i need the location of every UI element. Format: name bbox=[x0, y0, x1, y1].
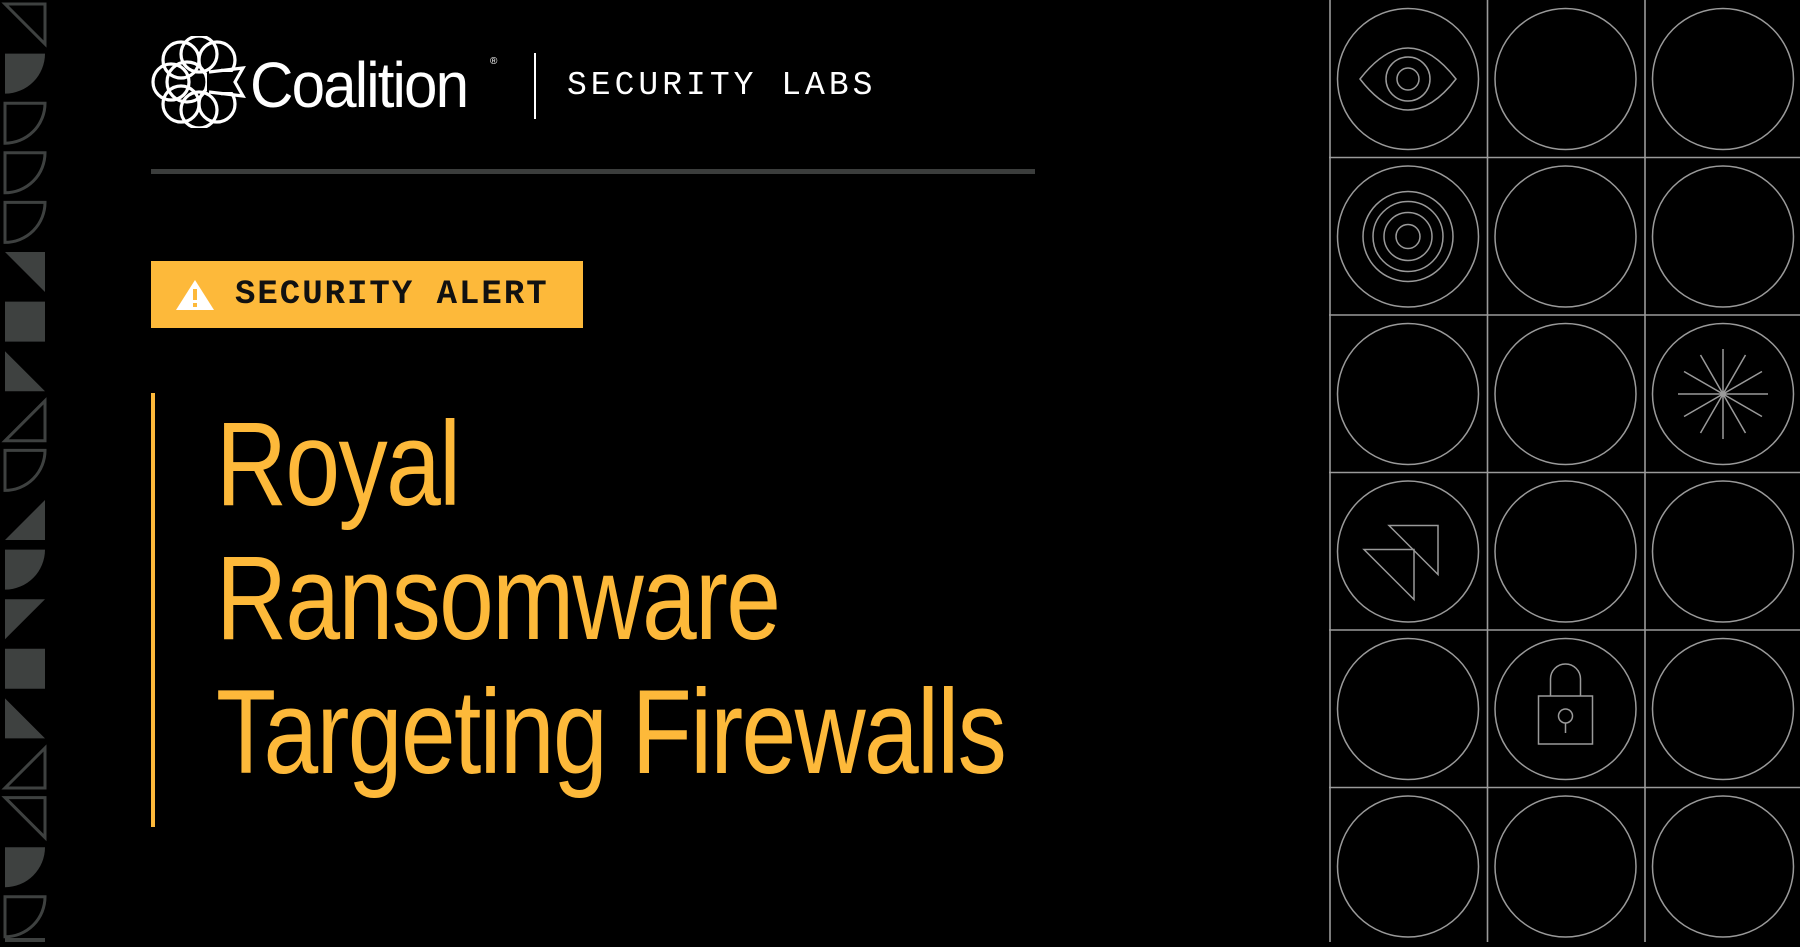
grid-circle bbox=[1494, 322, 1637, 466]
grid-circle bbox=[1494, 7, 1637, 151]
grid-circle bbox=[1494, 165, 1637, 308]
strip-shape-quarter-filled bbox=[5, 549, 45, 590]
target-rings-icon bbox=[1362, 190, 1454, 283]
badge-label: SECURITY ALERT bbox=[235, 275, 549, 314]
strip-shape-square-filled bbox=[5, 301, 45, 342]
double-arrow-icon bbox=[1362, 548, 1415, 602]
warning-triangle-icon bbox=[175, 279, 215, 311]
strip-shape-square-filled bbox=[5, 648, 45, 689]
grid-circle bbox=[1336, 322, 1480, 466]
grid-circle bbox=[1336, 7, 1480, 151]
strip-shape-tri-filled-bl bbox=[5, 351, 45, 392]
strip-shape-quarter-filled bbox=[5, 53, 45, 94]
header-divider bbox=[151, 169, 1035, 174]
strip-shape-quarter-outline bbox=[3, 895, 47, 939]
decorative-shape-strip bbox=[0, 0, 60, 942]
icon-grid bbox=[1329, 0, 1800, 942]
grid-circle bbox=[1336, 795, 1480, 938]
grid-circle bbox=[1651, 795, 1795, 938]
article-title: Royal Ransomware Targeting Firewalls bbox=[216, 397, 1007, 799]
strip-shape-quarter-outline bbox=[3, 151, 47, 195]
security-alert-badge: SECURITY ALERT bbox=[151, 261, 583, 328]
grid-circle bbox=[1336, 480, 1480, 623]
grid-circle bbox=[1651, 480, 1795, 623]
starburst-center bbox=[1720, 391, 1726, 397]
registered-mark: ® bbox=[490, 56, 498, 67]
eye-iris bbox=[1385, 56, 1431, 102]
grid-circle bbox=[1651, 165, 1795, 308]
strip-shape-tri-filled-br bbox=[5, 500, 45, 540]
strip-shape-bar bbox=[5, 938, 45, 942]
title-line: Targeting Firewalls bbox=[216, 665, 1007, 799]
strip-shape-tri-filled-tl bbox=[5, 599, 45, 640]
grid-circle bbox=[1336, 637, 1480, 781]
section-label: SECURITY LABS bbox=[567, 67, 877, 104]
icon-grid-svg bbox=[1329, 0, 1800, 942]
target-rings-icon bbox=[1383, 211, 1433, 262]
padlock-icon bbox=[1537, 695, 1594, 745]
eye-pupil bbox=[1396, 67, 1420, 91]
title-accent-bar bbox=[151, 393, 155, 827]
header-separator bbox=[534, 53, 536, 119]
coalition-logo-icon bbox=[151, 34, 247, 130]
strip-shape-tri-outline-tr bbox=[1, 2, 47, 48]
grid-circle bbox=[1651, 7, 1795, 151]
strip-shape-tri-filled-bl bbox=[5, 698, 45, 739]
strip-shape-quarter-outline bbox=[3, 448, 47, 492]
grid-circle bbox=[1494, 795, 1637, 938]
title-line: Royal bbox=[216, 397, 461, 531]
grid-circle bbox=[1494, 480, 1637, 623]
brand-name: Coalition bbox=[250, 49, 469, 121]
strip-shape-tri-outline-tr bbox=[1, 796, 47, 842]
target-rings-icon bbox=[1395, 223, 1421, 250]
title-line: Ransomware bbox=[216, 531, 781, 665]
strip-shape-quarter-filled bbox=[5, 847, 45, 888]
strip-shape-tri-outline-br bbox=[1, 744, 47, 790]
shape-strip-svg bbox=[1, 2, 47, 942]
strip-shape-quarter-outline bbox=[3, 200, 47, 244]
strip-shape-quarter-outline bbox=[3, 101, 47, 145]
grid-circle bbox=[1651, 637, 1795, 781]
strip-shape-tri-filled-tr bbox=[5, 252, 45, 292]
grid-circle bbox=[1336, 165, 1480, 308]
padlock-keyhole bbox=[1557, 708, 1574, 724]
strip-shape-tri-outline-br bbox=[1, 397, 47, 443]
padlock-shackle bbox=[1549, 663, 1582, 696]
